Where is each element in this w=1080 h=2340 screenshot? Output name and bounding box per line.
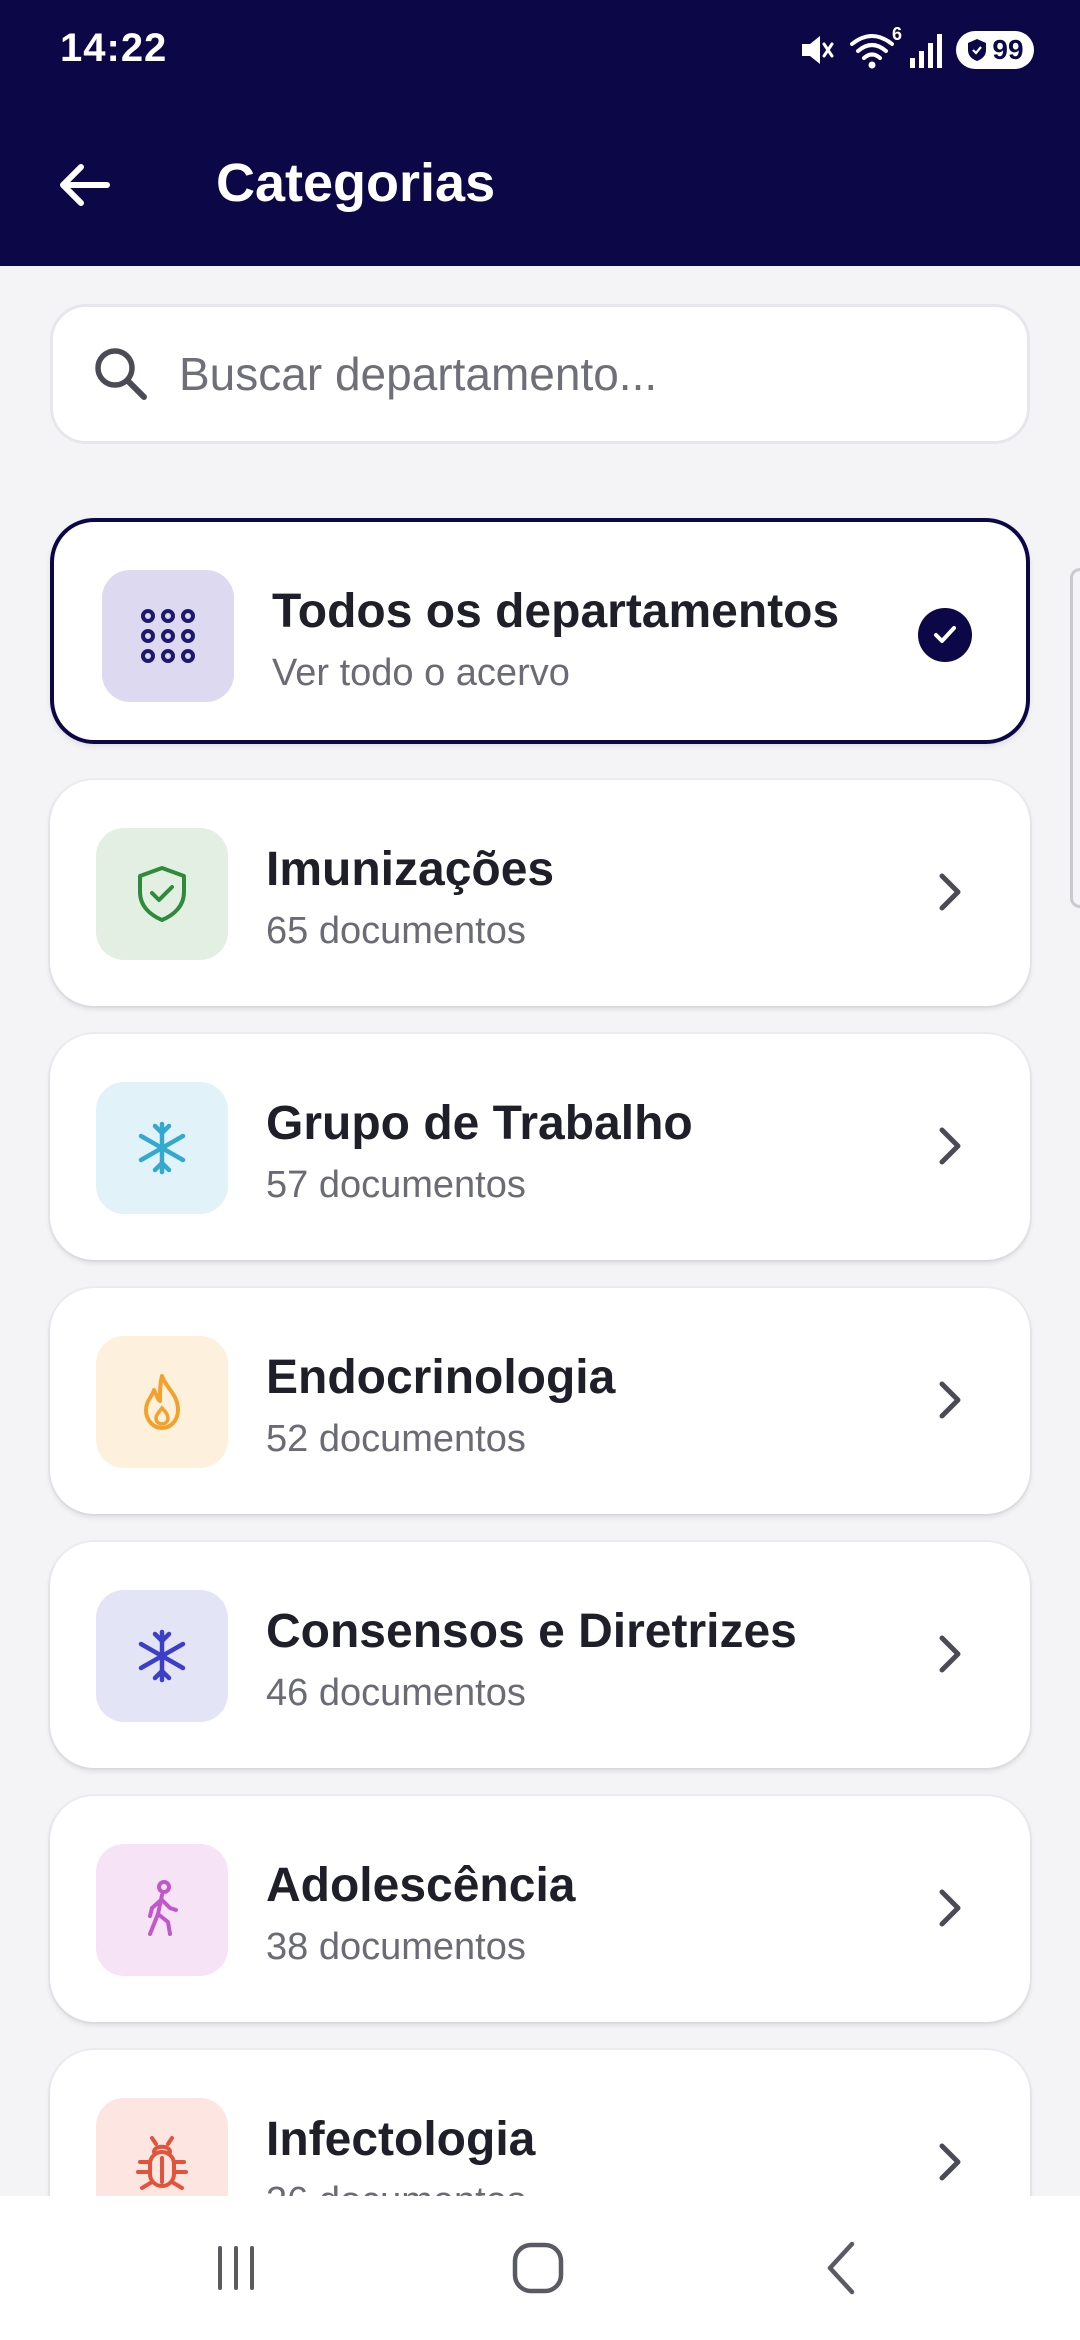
category-title: Imunizações xyxy=(266,843,555,896)
category-tile xyxy=(102,570,234,702)
system-nav-bar xyxy=(0,2196,1080,2340)
chevron-right-icon xyxy=(920,2132,980,2192)
battery-icon: 99 xyxy=(956,31,1034,69)
search-box[interactable] xyxy=(50,304,1030,444)
category-tile xyxy=(96,828,228,960)
check-icon xyxy=(918,608,972,662)
back-icon xyxy=(827,2241,855,2295)
category-tile xyxy=(96,1082,228,1214)
recent-apps-button[interactable] xyxy=(176,2226,296,2310)
system-back-button[interactable] xyxy=(782,2226,902,2310)
wifi-icon: 6 xyxy=(848,24,902,70)
status-time: 14:22 xyxy=(60,26,168,70)
category-title: Infectologia xyxy=(266,2113,536,2166)
status-icons: 6 99 xyxy=(796,24,1034,72)
recent-apps-icon xyxy=(218,2246,254,2290)
category-tile xyxy=(96,1590,228,1722)
category-subtitle: 65 documentos xyxy=(266,910,526,952)
category-card-grupo-de-trabalho[interactable]: Grupo de Trabalho 57 documentos xyxy=(50,1034,1030,1260)
category-subtitle: 46 documentos xyxy=(266,1672,526,1714)
category-subtitle: 52 documentos xyxy=(266,1418,526,1460)
category-subtitle: Ver todo o acervo xyxy=(272,652,570,694)
shield-check-icon xyxy=(138,866,186,922)
status-bar: 14:22 6 99 xyxy=(0,0,1080,100)
page-title: Categorias xyxy=(216,153,496,213)
network-label: 6 xyxy=(891,24,902,44)
scroll-handle[interactable] xyxy=(1070,568,1080,908)
chevron-right-icon xyxy=(920,1370,980,1430)
chevron-right-icon xyxy=(920,1624,980,1684)
category-title: Adolescência xyxy=(266,1859,576,1912)
person-walking-icon xyxy=(148,1880,178,1936)
category-title: Todos os departamentos xyxy=(272,585,840,638)
search-input[interactable] xyxy=(179,307,1027,441)
category-subtitle: 36 documentos xyxy=(266,2180,526,2196)
toolbar: Categorias xyxy=(0,100,1080,266)
category-tile xyxy=(96,1336,228,1468)
category-tile xyxy=(96,2098,228,2196)
home-button[interactable] xyxy=(478,2226,598,2310)
search-icon xyxy=(95,348,147,400)
chevron-right-icon xyxy=(920,862,980,922)
category-subtitle: 57 documentos xyxy=(266,1164,526,1206)
signal-icon xyxy=(908,30,944,70)
mute-icon xyxy=(796,30,836,70)
chevron-right-icon xyxy=(920,1878,980,1938)
category-card-adolescencia[interactable]: Adolescência 38 documentos xyxy=(50,1796,1030,2022)
category-title: Grupo de Trabalho xyxy=(266,1097,693,1150)
category-title: Endocrinologia xyxy=(266,1351,616,1404)
home-icon xyxy=(512,2242,564,2294)
asterisk-icon xyxy=(138,1629,186,1683)
category-list: Todos os departamentos Ver todo o acervo… xyxy=(0,516,1080,2196)
flame-icon xyxy=(144,1374,180,1430)
category-title: Consensos e Diretrizes xyxy=(266,1605,797,1658)
category-card-todos[interactable]: Todos os departamentos Ver todo o acervo xyxy=(50,518,1030,744)
category-card-infectologia[interactable]: Infectologia 36 documentos xyxy=(50,2050,1030,2196)
category-card-imunizacoes[interactable]: Imunizações 65 documentos xyxy=(50,780,1030,1006)
grid-dots-icon xyxy=(141,609,195,663)
chevron-right-icon xyxy=(920,1116,980,1176)
arrow-left-icon xyxy=(60,164,110,206)
category-subtitle: 38 documentos xyxy=(266,1926,526,1968)
category-tile xyxy=(96,1844,228,1976)
battery-level: 99 xyxy=(992,34,1024,65)
category-card-consensos-e-diretrizes[interactable]: Consensos e Diretrizes 46 documentos xyxy=(50,1542,1030,1768)
bug-icon xyxy=(136,2136,188,2190)
back-button[interactable] xyxy=(40,140,130,230)
asterisk-icon xyxy=(138,1121,186,1175)
category-card-endocrinologia[interactable]: Endocrinologia 52 documentos xyxy=(50,1288,1030,1514)
app-bar: 14:22 6 99 Categorias xyxy=(0,0,1080,266)
